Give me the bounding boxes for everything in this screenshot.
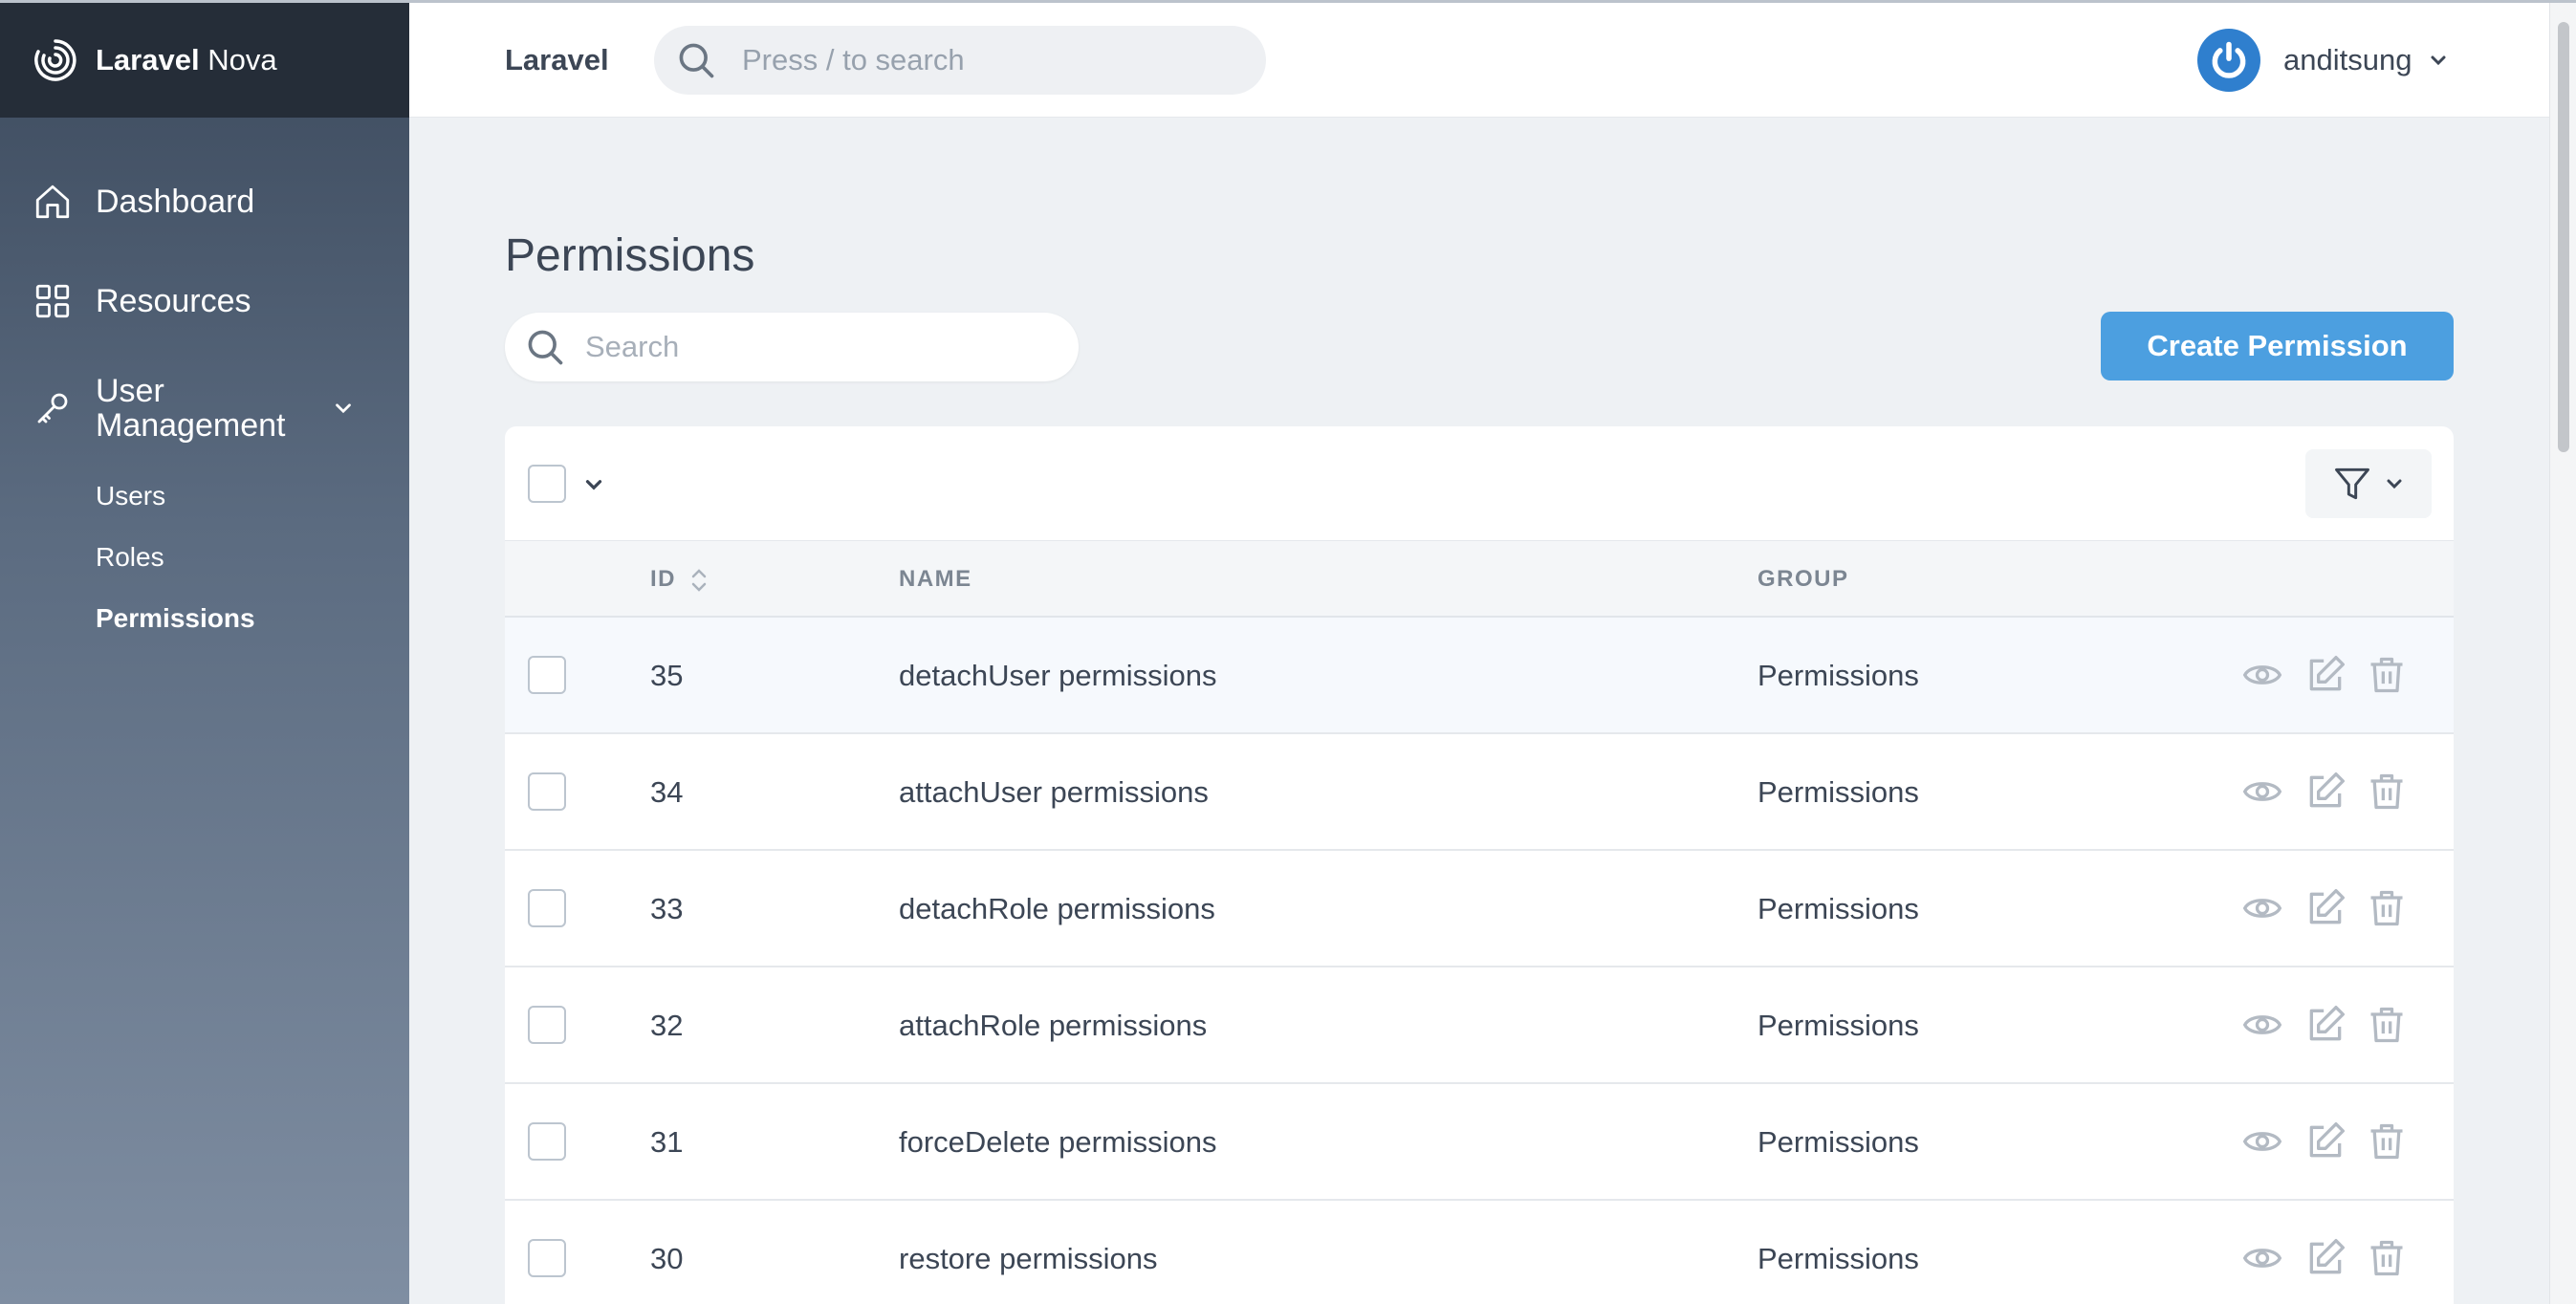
select-all-checkbox[interactable]: [528, 465, 566, 503]
sidebar-item-users[interactable]: Users: [96, 466, 409, 527]
cell-name: restore permissions: [899, 1242, 1158, 1275]
global-search-input[interactable]: Press / to search: [654, 26, 1266, 95]
brand[interactable]: Laravel Nova: [0, 3, 409, 118]
sidebar-item-label: User Management: [96, 373, 286, 444]
key-icon: [37, 393, 68, 424]
header-app-title[interactable]: Laravel: [505, 3, 609, 118]
resource-search-input[interactable]: [585, 330, 1044, 364]
cell-name: detachRole permissions: [899, 892, 1215, 925]
vertical-scrollbar[interactable]: [2549, 3, 2576, 1304]
sidebar-item-user-management[interactable]: User Management: [0, 351, 409, 466]
edit-icon[interactable]: [2304, 1237, 2347, 1279]
table-row[interactable]: 32 attachRole permissions Permissions: [505, 967, 2454, 1084]
sidebar-item-resources[interactable]: Resources: [0, 251, 409, 351]
view-icon[interactable]: [2241, 1004, 2283, 1046]
row-checkbox[interactable]: [528, 656, 566, 694]
grid-icon: [35, 284, 70, 318]
cell-group: Permissions: [1757, 1009, 1919, 1042]
row-checkbox[interactable]: [528, 1006, 566, 1044]
edit-icon[interactable]: [2304, 1004, 2347, 1046]
table-row[interactable]: 35 detachUser permissions Permissions: [505, 618, 2454, 734]
view-icon[interactable]: [2241, 771, 2283, 813]
cell-id: 35: [650, 659, 684, 692]
delete-icon[interactable]: [2366, 1120, 2408, 1163]
global-search-placeholder: Press / to search: [742, 43, 965, 76]
chevron-down-icon[interactable]: [331, 396, 356, 421]
username: anditsung: [2283, 43, 2412, 76]
column-header-id[interactable]: ID: [650, 541, 676, 618]
row-checkbox[interactable]: [528, 1122, 566, 1161]
avatar[interactable]: [2197, 29, 2260, 92]
row-checkbox[interactable]: [528, 1239, 566, 1277]
brand-name: Laravel Nova: [96, 43, 277, 76]
edit-icon[interactable]: [2304, 887, 2347, 929]
cell-group: Permissions: [1757, 1125, 1919, 1159]
user-management-submenu: Users Roles Permissions: [0, 466, 409, 649]
sidebar-item-label: Dashboard: [96, 183, 255, 220]
row-checkbox[interactable]: [528, 772, 566, 811]
cell-group: Permissions: [1757, 1242, 1919, 1275]
table-toolbar: [505, 426, 2454, 541]
table-row[interactable]: 31 forceDelete permissions Permissions: [505, 1084, 2454, 1201]
cell-name: attachRole permissions: [899, 1009, 1208, 1042]
view-icon[interactable]: [2241, 1237, 2283, 1279]
sidebar-item-roles[interactable]: Roles: [96, 527, 409, 588]
column-header-name: NAME: [899, 566, 972, 592]
cell-group: Permissions: [1757, 775, 1919, 809]
cell-group: Permissions: [1757, 892, 1919, 925]
delete-icon[interactable]: [2366, 654, 2408, 696]
column-header-group: GROUP: [1757, 566, 1849, 592]
power-icon: [2212, 41, 2246, 78]
page-title: Permissions: [505, 230, 755, 281]
sidebar-item-label: Resources: [96, 282, 251, 319]
resource-search[interactable]: [505, 313, 1079, 381]
resource-table-card: ID NAME GROUP 35 detachUser permissions …: [505, 426, 2454, 1304]
view-icon[interactable]: [2241, 887, 2283, 929]
table-row[interactable]: 34 attachUser permissions Permissions: [505, 734, 2454, 851]
edit-icon[interactable]: [2304, 1120, 2347, 1163]
view-icon[interactable]: [2241, 654, 2283, 696]
filter-icon: [2335, 467, 2369, 500]
search-icon: [528, 330, 563, 365]
cell-group: Permissions: [1757, 659, 1919, 692]
sidebar-nav: Dashboard Resources User Management User…: [0, 118, 409, 649]
table-row[interactable]: 33 detachRole permissions Permissions: [505, 851, 2454, 967]
row-checkbox[interactable]: [528, 889, 566, 927]
chevron-down-icon: [2431, 55, 2446, 66]
cell-id: 34: [650, 775, 684, 809]
search-icon: [679, 43, 714, 78]
sidebar-item-permissions[interactable]: Permissions: [96, 588, 409, 649]
table-row[interactable]: 30 restore permissions Permissions: [505, 1201, 2454, 1304]
top-header: Laravel Press / to search anditsung: [409, 3, 2549, 118]
cell-id: 32: [650, 1009, 684, 1042]
nova-logo-icon: [34, 39, 76, 81]
user-menu[interactable]: anditsung: [2197, 26, 2450, 95]
table-header: ID NAME GROUP: [505, 541, 2454, 618]
view-icon[interactable]: [2241, 1120, 2283, 1163]
filter-button[interactable]: [2305, 449, 2432, 518]
chevron-down-icon: [2387, 479, 2402, 489]
edit-icon[interactable]: [2304, 654, 2347, 696]
scrollbar-thumb[interactable]: [2558, 22, 2569, 452]
edit-icon[interactable]: [2304, 771, 2347, 813]
cell-name: attachUser permissions: [899, 775, 1209, 809]
delete-icon[interactable]: [2366, 1237, 2408, 1279]
delete-icon[interactable]: [2366, 771, 2408, 813]
delete-icon[interactable]: [2366, 1004, 2408, 1046]
cell-id: 31: [650, 1125, 684, 1159]
sidebar-item-dashboard[interactable]: Dashboard: [0, 152, 409, 251]
cell-id: 33: [650, 892, 684, 925]
sidebar: Laravel Nova Dashboard Resources User Ma…: [0, 3, 409, 1304]
delete-icon[interactable]: [2366, 887, 2408, 929]
sort-icon[interactable]: [688, 564, 709, 597]
cell-name: forceDelete permissions: [899, 1125, 1217, 1159]
cell-name: detachUser permissions: [899, 659, 1217, 692]
home-icon: [35, 185, 70, 219]
cell-id: 30: [650, 1242, 684, 1275]
chevron-down-icon[interactable]: [581, 472, 606, 497]
create-permission-button[interactable]: Create Permission: [2101, 312, 2454, 380]
